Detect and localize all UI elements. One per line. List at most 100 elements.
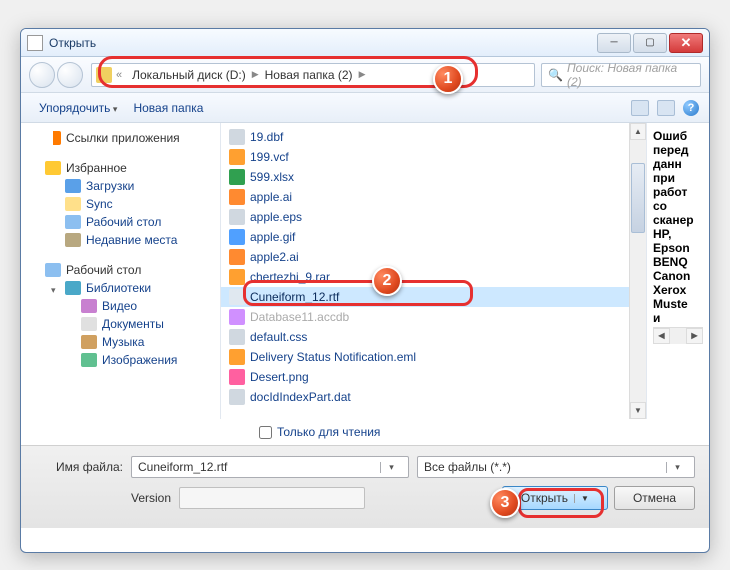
sidebar-app-links[interactable]: Ссылки приложения <box>21 129 220 147</box>
help-button[interactable]: ? <box>683 100 699 116</box>
file-name: Database11.accdb <box>250 310 349 324</box>
breadcrumb-folder[interactable]: Новая папка (2) <box>259 68 359 82</box>
file-name: Cuneiform_12.rtf <box>250 290 339 304</box>
address-bar[interactable]: « Локальный диск (D:) ▶ Новая папка (2) … <box>91 63 535 87</box>
scroll-right-button[interactable]: ▶ <box>686 328 703 344</box>
file-row[interactable]: Database11.accdb <box>221 307 646 327</box>
file-row[interactable]: apple.gif <box>221 227 646 247</box>
search-placeholder: Поиск: Новая папка (2) <box>567 61 694 89</box>
tree-collapse-icon[interactable]: ▾ <box>51 285 60 294</box>
view-button[interactable] <box>631 100 649 116</box>
close-button[interactable]: ✕ <box>669 33 703 53</box>
scroll-left-button[interactable]: ◀ <box>653 328 670 344</box>
drive-icon <box>96 67 112 83</box>
sidebar-favorites[interactable]: Избранное <box>21 159 220 177</box>
file-name: docIdIndexPart.dat <box>250 390 351 404</box>
eps-file-icon <box>229 209 245 225</box>
file-row[interactable]: default.css <box>221 327 646 347</box>
document-icon <box>27 35 43 51</box>
filetype-filter[interactable]: Все файлы (*.*) ▾ <box>417 456 695 478</box>
marker-1: 1 <box>433 64 463 94</box>
preview-line: Muste <box>653 297 703 311</box>
version-input[interactable] <box>179 487 365 509</box>
sidebar-sync[interactable]: Sync <box>21 195 220 213</box>
file-row[interactable]: apple2.ai <box>221 247 646 267</box>
sidebar-desktop-root[interactable]: Рабочий стол <box>21 261 220 279</box>
file-row[interactable]: Cuneiform_12.rtf <box>221 287 646 307</box>
readonly-checkbox[interactable] <box>259 426 272 439</box>
window-title: Открыть <box>49 36 96 50</box>
file-row[interactable]: 599.xlsx <box>221 167 646 187</box>
document-icon <box>81 317 97 331</box>
file-row[interactable]: apple.eps <box>221 207 646 227</box>
file-row[interactable]: 199.vcf <box>221 147 646 167</box>
dbf-file-icon <box>229 129 245 145</box>
scroll-thumb[interactable] <box>631 163 645 233</box>
file-row[interactable]: 19.dbf <box>221 127 646 147</box>
vcf-file-icon <box>229 149 245 165</box>
maximize-button[interactable]: ▢ <box>633 33 667 53</box>
chevron-down-icon[interactable]: ▼ <box>574 494 589 503</box>
marker-2: 2 <box>372 266 402 296</box>
filename-dropdown-icon[interactable]: ▾ <box>380 462 402 473</box>
file-name: 599.xlsx <box>250 170 294 184</box>
preview-line: данн <box>653 157 703 171</box>
sidebar-recent[interactable]: Недавние места <box>21 231 220 249</box>
ai-file-icon <box>229 249 245 265</box>
file-row[interactable]: chertezhi_9.rar <box>221 267 646 287</box>
readonly-row: Только для чтения <box>21 419 709 445</box>
breadcrumb-drive[interactable]: Локальный диск (D:) <box>126 68 252 82</box>
image-icon <box>81 353 97 367</box>
sidebar-desktop[interactable]: Рабочий стол <box>21 213 220 231</box>
back-button[interactable] <box>29 62 55 88</box>
sidebar-pictures[interactable]: Изображения <box>21 351 220 369</box>
new-folder-button[interactable]: Новая папка <box>125 97 211 119</box>
sidebar-music[interactable]: Музыка <box>21 333 220 351</box>
filename-input[interactable]: Cuneiform_12.rtf ▾ <box>131 456 409 478</box>
preview-pane: ОшибпередданнприработсосканерHP,EpsonBEN… <box>646 123 709 419</box>
sidebar-libraries[interactable]: ▾Библиотеки <box>21 279 220 297</box>
preview-line: со <box>653 199 703 213</box>
file-row[interactable]: apple.ai <box>221 187 646 207</box>
organize-button[interactable]: Упорядочить <box>31 97 125 119</box>
search-input[interactable]: 🔍 Поиск: Новая папка (2) <box>541 63 701 87</box>
preview-line: BENQ <box>653 255 703 269</box>
gif-file-icon <box>229 229 245 245</box>
eml-file-icon <box>229 349 245 365</box>
titlebar: Открыть ─ ▢ ✕ <box>21 29 709 57</box>
marker-3: 3 <box>490 488 520 518</box>
chevrons-icon: « <box>116 69 126 81</box>
file-name: apple.ai <box>250 190 292 204</box>
file-row[interactable]: docIdIndexPart.dat <box>221 387 646 407</box>
footer: Имя файла: Cuneiform_12.rtf ▾ Все файлы … <box>21 445 709 528</box>
file-name: 199.vcf <box>250 150 289 164</box>
preview-line: Epson <box>653 241 703 255</box>
sidebar-downloads[interactable]: Загрузки <box>21 177 220 195</box>
scroll-down-button[interactable]: ▼ <box>630 402 646 419</box>
toolbar: Упорядочить Новая папка ? <box>21 93 709 123</box>
preview-line: HP, <box>653 227 703 241</box>
minimize-button[interactable]: ─ <box>597 33 631 53</box>
breadcrumb-arrow-icon: ▶ <box>359 69 366 80</box>
version-label: Version <box>131 491 179 505</box>
file-name: chertezhi_9.rar <box>250 270 330 284</box>
rar-file-icon <box>229 269 245 285</box>
file-list[interactable]: 19.dbf 199.vcf 599.xlsx apple.ai apple.eps ap… <box>221 123 646 419</box>
scrollbar-horizontal[interactable]: ◀▶ <box>653 327 703 344</box>
preview-line: Canon <box>653 269 703 283</box>
cancel-button[interactable]: Отмена <box>614 486 695 510</box>
file-name: apple.gif <box>250 230 295 244</box>
preview-line: при <box>653 171 703 185</box>
filter-dropdown-icon[interactable]: ▾ <box>666 462 688 473</box>
file-row[interactable]: Delivery Status Notification.eml <box>221 347 646 367</box>
open-dialog: Открыть ─ ▢ ✕ « Локальный диск (D:) ▶ Но… <box>20 28 710 553</box>
file-row[interactable]: Desert.png <box>221 367 646 387</box>
sidebar-documents[interactable]: Документы <box>21 315 220 333</box>
sidebar-videos[interactable]: Видео <box>21 297 220 315</box>
preview-pane-button[interactable] <box>657 100 675 116</box>
scrollbar-vertical[interactable]: ▲ ▼ <box>629 123 646 419</box>
star-icon <box>45 161 61 175</box>
dat-file-icon <box>229 389 245 405</box>
forward-button[interactable] <box>57 62 83 88</box>
scroll-up-button[interactable]: ▲ <box>630 123 646 140</box>
